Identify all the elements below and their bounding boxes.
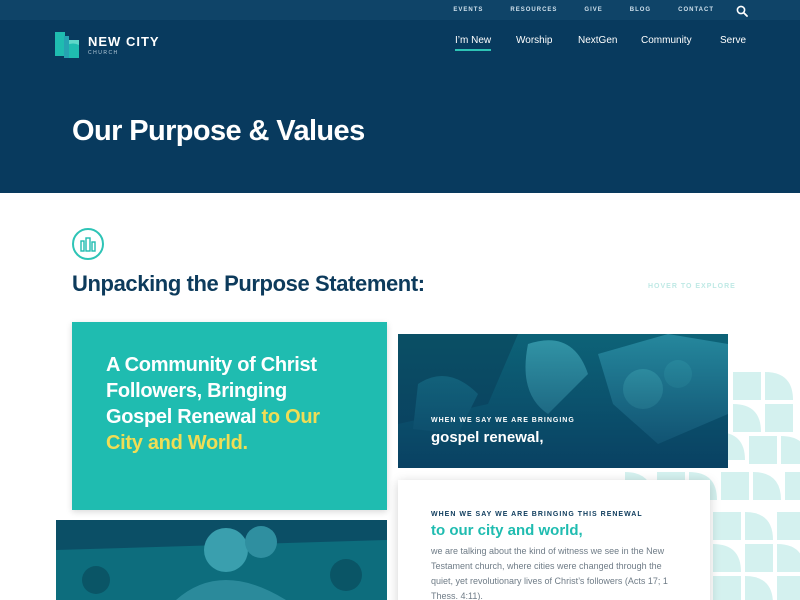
main-nav: I’m New Worship NextGen Community Serve [0,35,800,51]
nav-item-nextgen[interactable]: NextGen [578,35,617,46]
utility-nav: EVENTS RESOURCES GIVE BLOG CONTACT [426,0,714,20]
text-card-title: to our city and world, [431,522,583,539]
search-icon[interactable] [736,4,748,17]
page-title: Our Purpose & Values [72,115,365,147]
utility-link-blog[interactable]: BLOG [630,7,651,13]
city-buildings-icon [72,228,104,260]
nav-item-community[interactable]: Community [641,35,692,46]
utility-link-contact[interactable]: CONTACT [678,7,714,13]
photo-overlay [398,334,728,468]
logo-subtitle: CHURCH [88,50,119,56]
photo-image [56,520,387,600]
nav-item-serve[interactable]: Serve [720,35,746,46]
community-photo [56,520,387,600]
renewal-text-card[interactable]: WHEN WE SAY WE ARE BRINGING THIS RENEWAL… [398,480,710,600]
text-card-body: we are talking about the kind of witness… [431,546,668,600]
purpose-statement: A Community of Christ Followers, Bringin… [106,352,346,456]
site-header: NEW CITY CHURCH I’m New Worship NextGen … [0,20,800,193]
utility-link-give[interactable]: GIVE [584,7,602,13]
purpose-statement-card[interactable]: A Community of Christ Followers, Bringin… [72,322,387,510]
text-card-kicker: WHEN WE SAY WE ARE BRINGING THIS RENEWAL [431,511,643,518]
nav-item-im-new[interactable]: I’m New [455,35,492,51]
utility-bar: EVENTS RESOURCES GIVE BLOG CONTACT [0,0,800,20]
hover-hint: HOVER TO EXPLORE [648,283,736,290]
section-heading: Unpacking the Purpose Statement: [72,271,425,296]
utility-link-resources[interactable]: RESOURCES [510,7,557,13]
utility-link-events[interactable]: EVENTS [453,7,483,13]
photo-card-title: gospel renewal, [431,429,544,446]
nav-item-worship[interactable]: Worship [516,35,553,46]
photo-card-kicker: WHEN WE SAY WE ARE BRINGING [431,417,575,424]
gospel-renewal-card[interactable]: WHEN WE SAY WE ARE BRINGING gospel renew… [398,334,728,468]
